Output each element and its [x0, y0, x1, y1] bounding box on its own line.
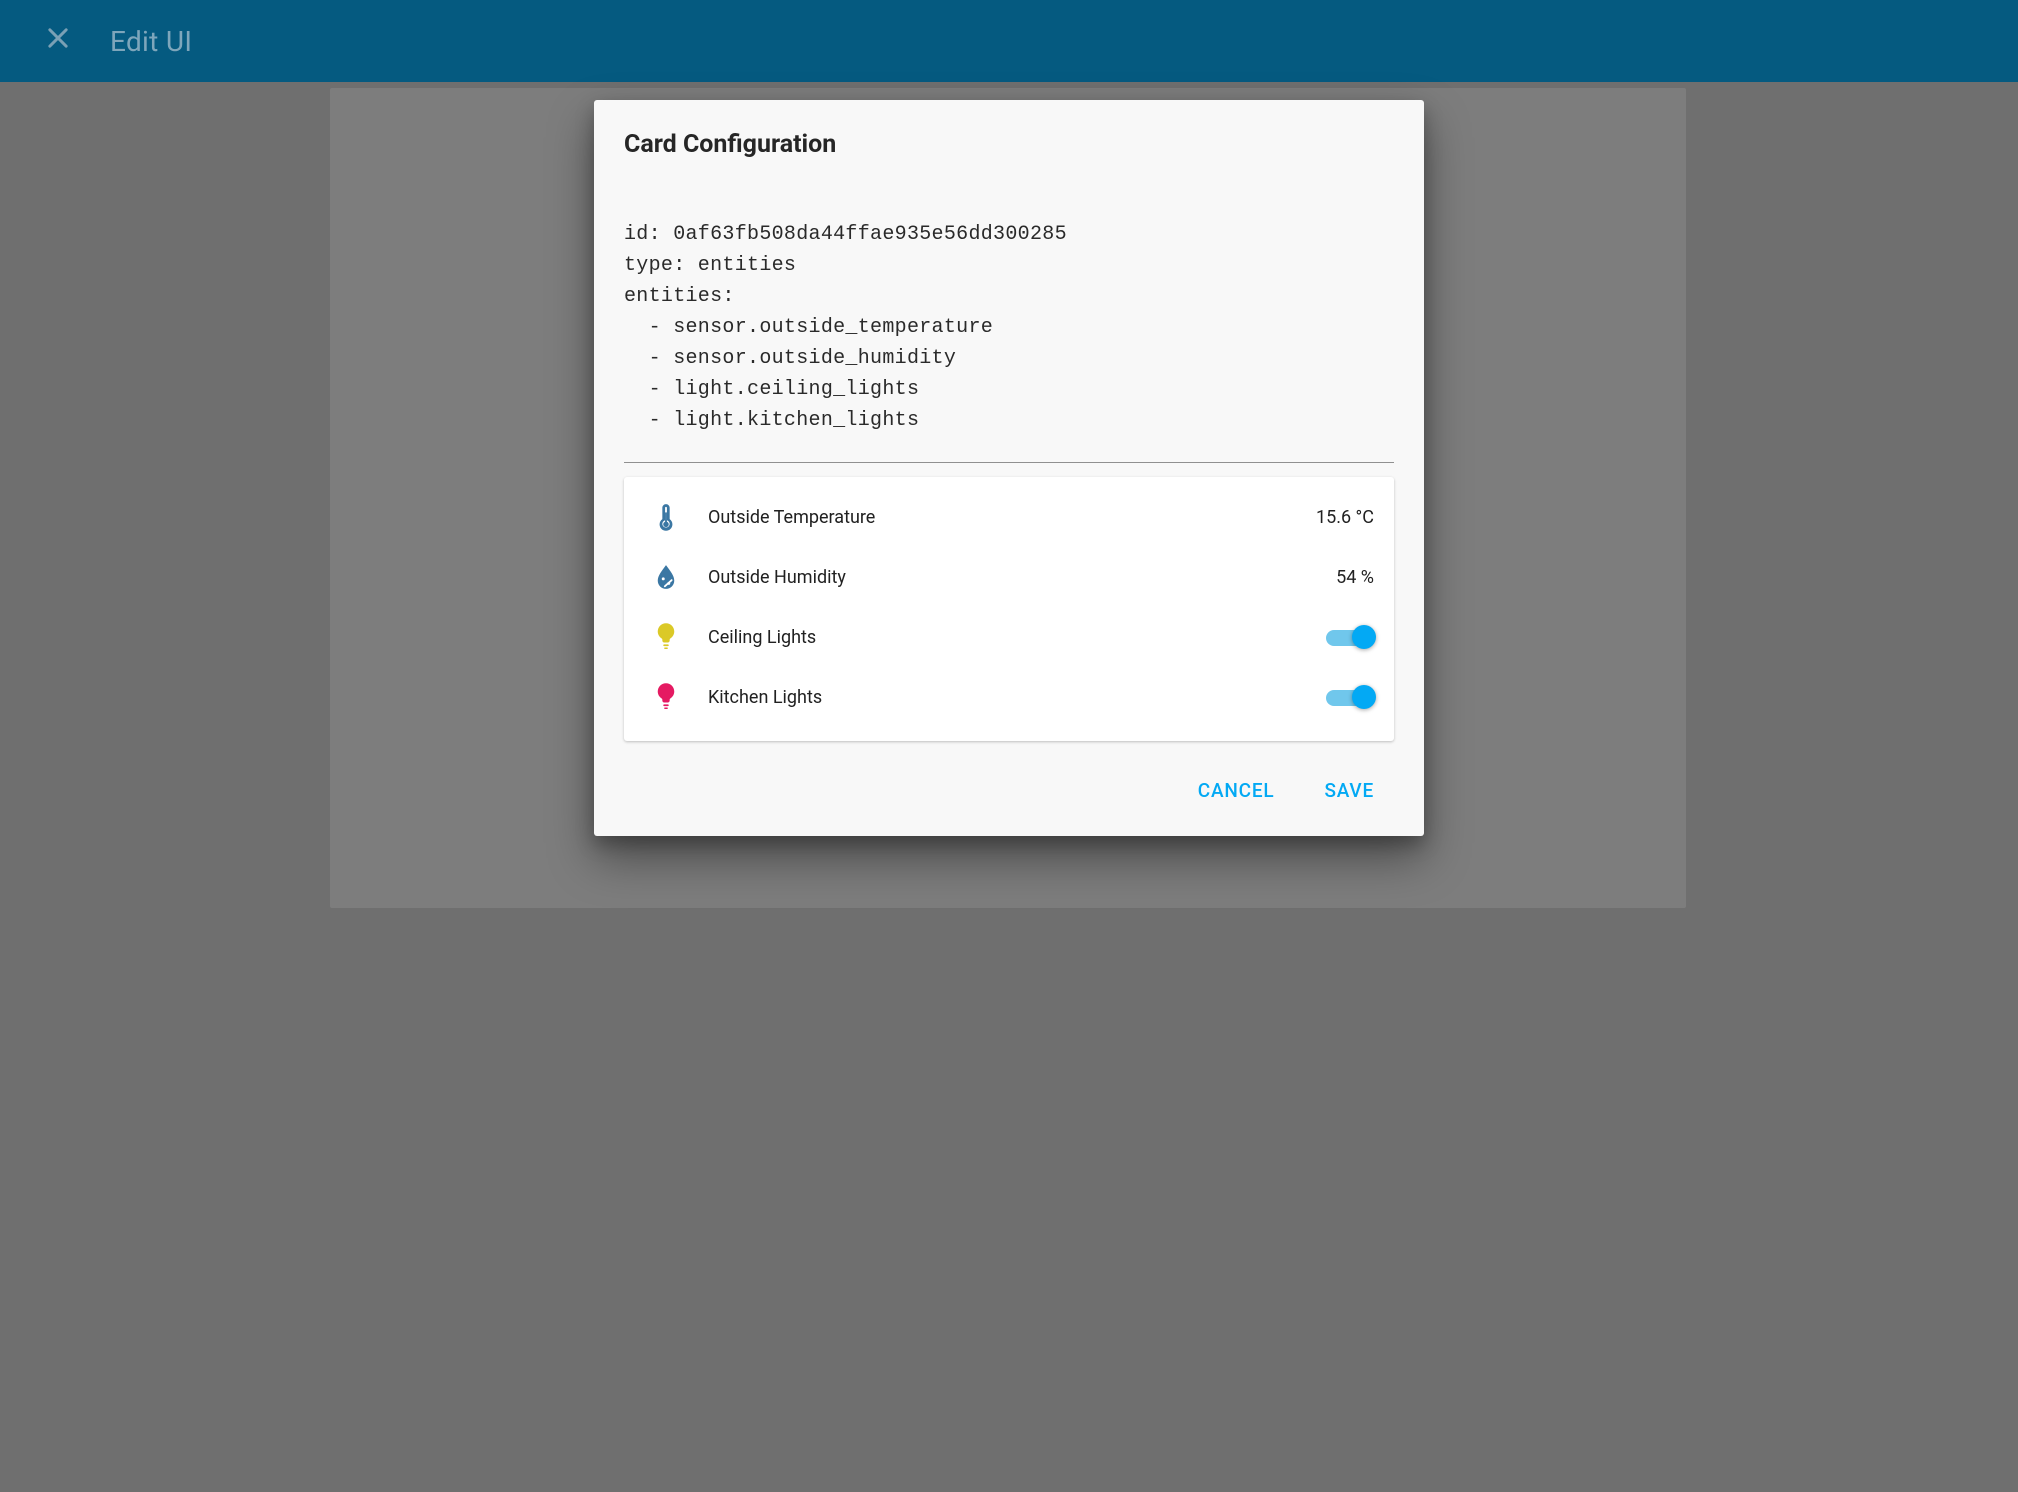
close-button[interactable] [34, 17, 82, 65]
entity-label: Outside Temperature [708, 507, 1316, 528]
dialog-actions: CANCEL SAVE [624, 763, 1394, 816]
entity-row: Outside Humidity 54 % [644, 547, 1374, 607]
cancel-button[interactable]: CANCEL [1190, 769, 1283, 812]
toggle-switch[interactable] [1326, 625, 1374, 649]
thermometer-icon [644, 502, 688, 532]
preview-card: Outside Temperature 15.6 °C Outside Humi… [624, 477, 1394, 741]
entity-label: Outside Humidity [708, 567, 1336, 588]
divider [624, 462, 1394, 463]
lightbulb-icon [644, 682, 688, 712]
app-bar: Edit UI [0, 0, 2018, 82]
entity-row: Outside Temperature 15.6 °C [644, 487, 1374, 547]
entity-row: Kitchen Lights [644, 667, 1374, 727]
appbar-title: Edit UI [110, 25, 192, 58]
entity-label: Kitchen Lights [708, 687, 1316, 708]
entity-value: 15.6 °C [1316, 507, 1374, 528]
dialog-title: Card Configuration [624, 130, 1394, 159]
entity-label: Ceiling Lights [708, 627, 1316, 648]
humidity-icon [644, 564, 688, 590]
yaml-editor[interactable]: id: 0af63fb508da44ffae935e56dd300285 typ… [624, 219, 1394, 436]
entity-value: 54 % [1336, 567, 1374, 588]
toggle-switch[interactable] [1326, 685, 1374, 709]
card-config-dialog: Card Configuration id: 0af63fb508da44ffa… [594, 100, 1424, 836]
lightbulb-icon [644, 622, 688, 652]
close-icon [44, 24, 72, 59]
entity-row: Ceiling Lights [644, 607, 1374, 667]
save-button[interactable]: SAVE [1316, 769, 1382, 812]
